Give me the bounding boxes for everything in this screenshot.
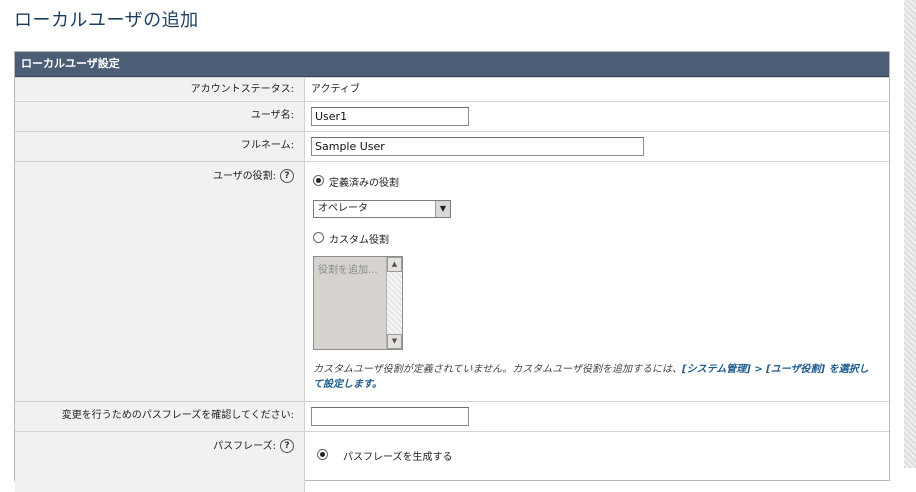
local-user-settings-panel: ローカルユーザ設定 アカウントステータス: アクティブ ユーザ名: User1 … <box>14 51 890 492</box>
custom-role-listbox[interactable]: 役割を追加... ▲ ▼ <box>313 256 403 350</box>
fullname-label: フルネーム: <box>15 132 305 162</box>
custom-role-placeholder: 役割を追加... <box>318 265 378 276</box>
role-select[interactable]: オペレータ ▼ <box>313 200 451 218</box>
custom-role-radio[interactable] <box>313 232 324 243</box>
account-status-row: アカウントステータス: アクティブ <box>15 77 889 102</box>
username-input[interactable]: User1 <box>311 107 469 126</box>
predefined-role-label: 定義済みの役割 <box>329 178 399 189</box>
scroll-down-icon[interactable]: ▼ <box>387 334 402 349</box>
role-select-value: オペレータ <box>318 203 368 214</box>
confirm-passphrase-label: 変更を行うためのパスフレーズを確認してください: <box>15 402 305 432</box>
help-icon[interactable]: ? <box>280 169 294 183</box>
user-role-label: ユーザの役割: <box>212 171 276 182</box>
fullname-row: フルネーム: Sample User <box>15 131 889 162</box>
listbox-scrollbar[interactable]: ▲ ▼ <box>386 257 402 349</box>
custom-role-label: カスタム役割 <box>329 235 389 246</box>
chevron-down-icon[interactable]: ▼ <box>435 201 450 217</box>
user-role-row: ユーザの役割:? 定義済みの役割 オペレータ ▼ カスタム役割 役割を追加...… <box>15 161 889 402</box>
page-scrollbar[interactable] <box>904 0 916 468</box>
username-row: ユーザ名: User1 <box>15 101 889 132</box>
page-title: ローカルユーザの追加 <box>14 10 199 31</box>
predefined-role-radio[interactable] <box>313 175 324 186</box>
account-status-value: アクティブ <box>311 84 360 95</box>
generate-passphrase-radio[interactable] <box>317 449 328 460</box>
passphrase-label: パスフレーズ: <box>213 441 276 452</box>
panel-header: ローカルユーザ設定 <box>15 52 889 77</box>
generate-passphrase-label: パスフレーズを生成する <box>343 452 453 463</box>
account-status-label: アカウントステータス: <box>15 78 305 102</box>
passphrase-row: パスフレーズ:? パスフレーズを生成する <box>15 431 889 492</box>
passphrase-label-cell: パスフレーズ:? <box>15 432 305 492</box>
fullname-input[interactable]: Sample User <box>311 137 644 156</box>
help-icon[interactable]: ? <box>280 439 294 453</box>
username-label: ユーザ名: <box>15 102 305 132</box>
scroll-up-icon[interactable]: ▲ <box>387 257 402 272</box>
custom-role-note: カスタムユーザ役割が定義されていません。カスタムユーザ役割を追加するには、[シス… <box>313 362 873 392</box>
confirm-passphrase-input[interactable] <box>311 407 469 426</box>
confirm-passphrase-row: 変更を行うためのパスフレーズを確認してください: <box>15 401 889 432</box>
user-role-label-cell: ユーザの役割:? <box>15 162 305 402</box>
custom-role-note-text: カスタムユーザ役割が定義されていません。カスタムユーザ役割を追加するには、 <box>313 364 682 375</box>
